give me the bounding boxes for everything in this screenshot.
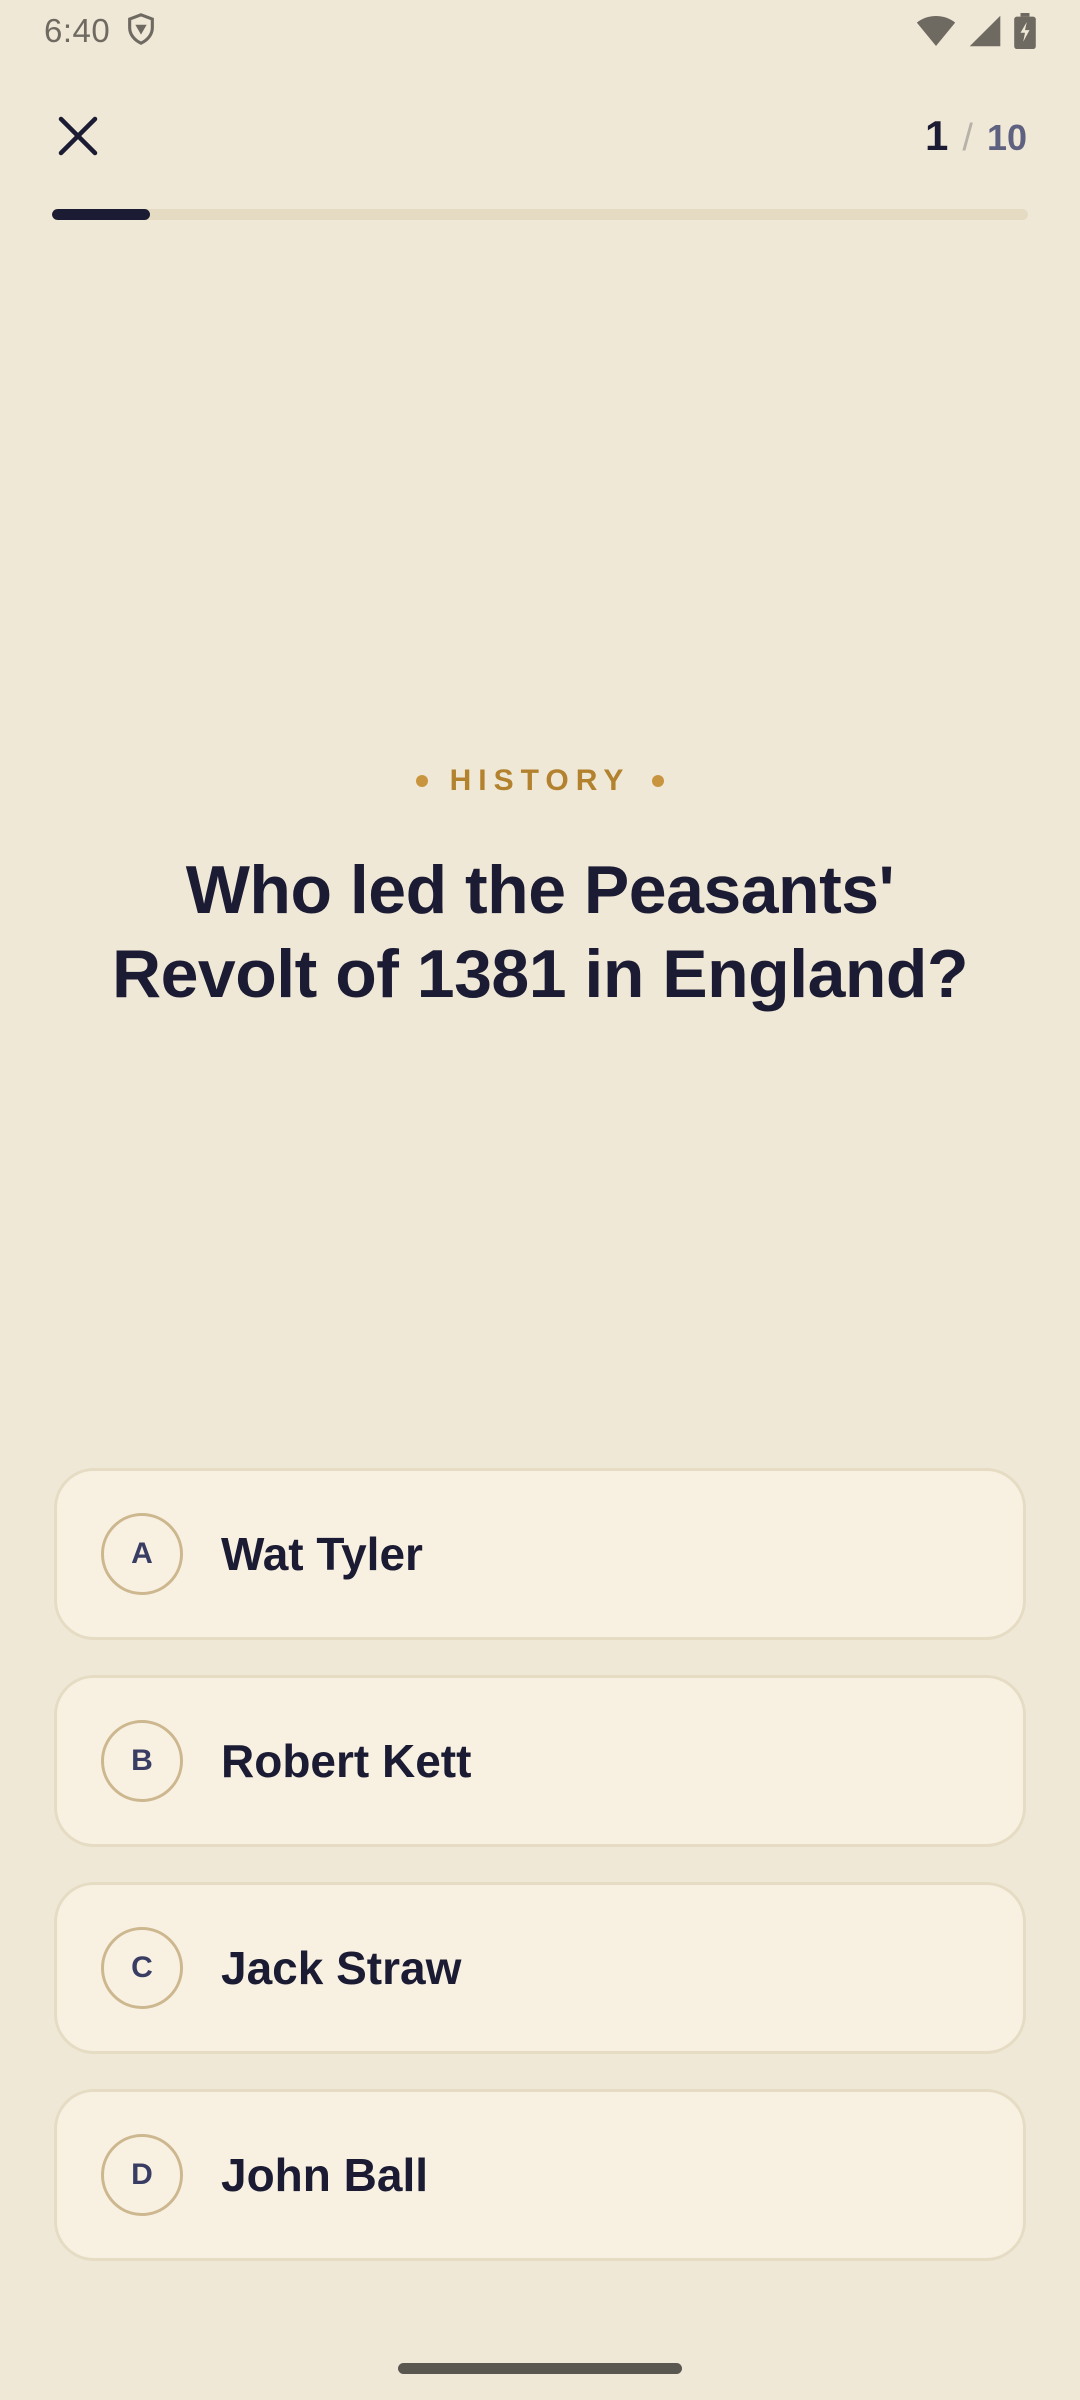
wifi-icon [916,14,956,48]
status-right [916,13,1036,49]
status-bar: 6:40 [0,0,1080,62]
question-text: Who led the Peasants' Revolt of 1381 in … [111,852,969,1012]
option-a[interactable]: A Wat Tyler [54,1468,1026,1640]
option-text: Wat Tyler [221,1528,423,1580]
category-tag: HISTORY [0,764,1080,798]
status-time: 6:40 [44,12,111,49]
category-label: HISTORY [449,764,631,797]
close-icon [58,116,98,156]
option-d[interactable]: D John Ball [54,2089,1026,2261]
category-dot-left [415,775,428,787]
close-button[interactable] [48,106,108,166]
option-c[interactable]: C Jack Straw [54,1882,1026,2054]
category-dot-right [652,775,665,787]
counter-total: 10 [986,117,1027,158]
cell-signal-icon [968,14,1002,48]
option-text: Jack Straw [221,1942,462,1994]
question-counter: 1 / 10 [925,112,1027,160]
option-letter: A [101,1513,183,1595]
option-letter: B [101,1720,183,1802]
option-b[interactable]: B Robert Kett [54,1675,1026,1847]
option-text: John Ball [221,2149,429,2201]
progress-fill [52,209,150,220]
progress-bar [52,209,1028,220]
counter-separator: / [962,117,973,159]
battery-charging-icon [1014,13,1036,49]
counter-current: 1 [925,112,949,159]
option-text: Robert Kett [221,1735,472,1787]
quiz-screen: 6:40 1 / 10 HISTORY Who led the Peasants… [0,0,1080,2400]
vpn-shield-icon [124,12,158,51]
option-letter: C [101,1927,183,2009]
status-left: 6:40 [44,12,158,51]
home-indicator[interactable] [398,2363,682,2374]
option-letter: D [101,2134,183,2216]
